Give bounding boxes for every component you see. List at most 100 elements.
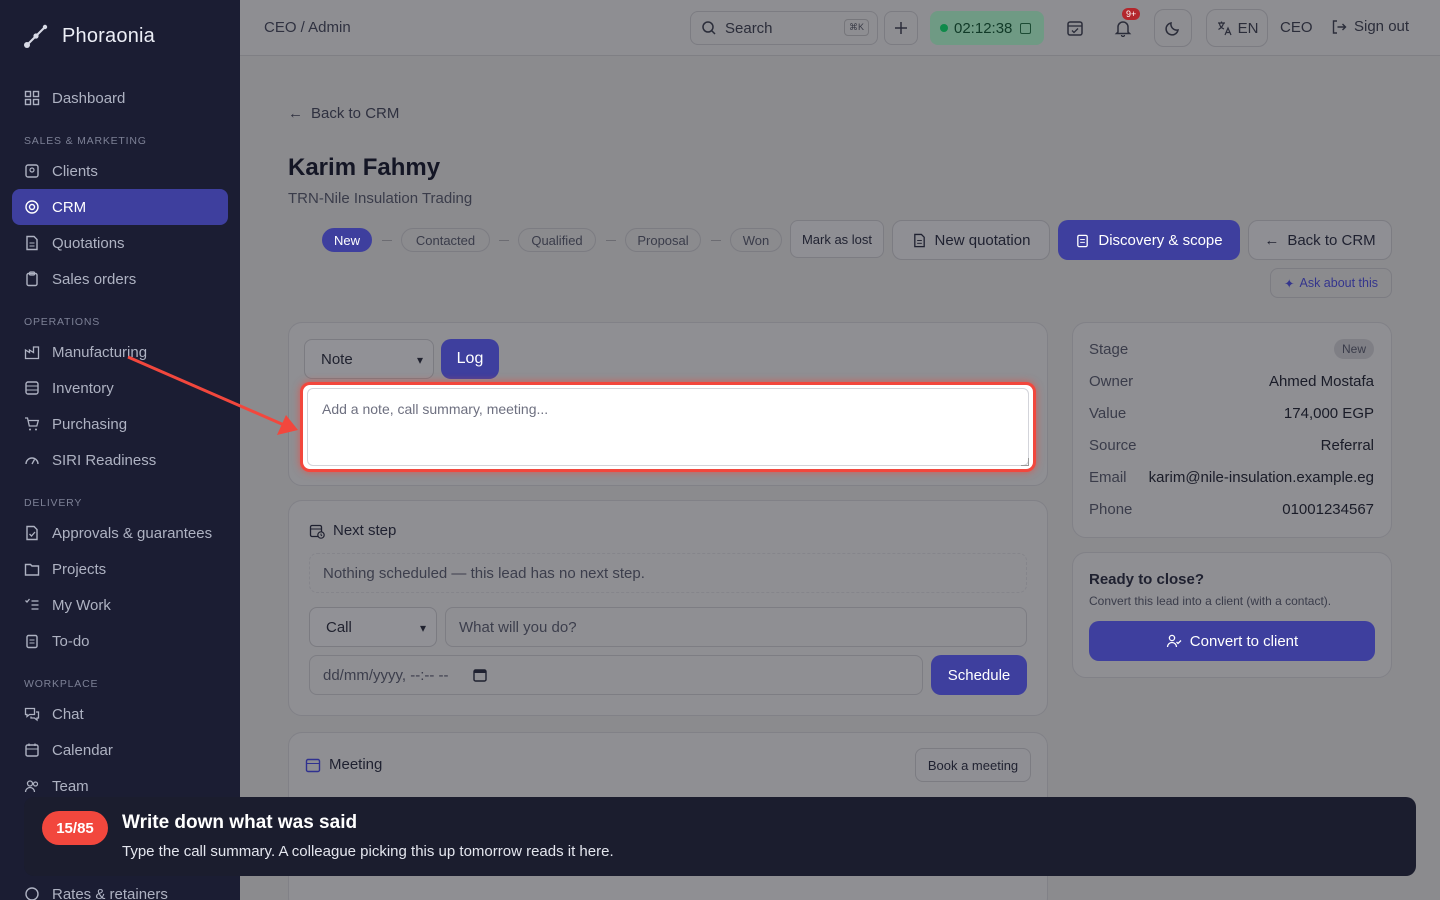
phone-value[interactable]: 01001234567: [1282, 501, 1374, 518]
stage-separator: [382, 240, 392, 241]
note-textarea[interactable]: Add a note, call summary, meeting...: [300, 382, 1036, 472]
sidebar-item-manufacturing[interactable]: Manufacturing: [12, 334, 228, 370]
tour-title: Write down what was said: [122, 812, 358, 833]
running-dot-icon: [940, 24, 948, 32]
stage-separator: [711, 240, 721, 241]
stage-badge: New: [1333, 339, 1374, 359]
next-step-type-value: Call: [326, 618, 352, 636]
search-placeholder: Search: [725, 19, 773, 37]
stage-proposal[interactable]: Proposal: [625, 228, 701, 252]
value-label: Value: [1089, 405, 1127, 422]
sidebar-item-inventory[interactable]: Inventory: [12, 370, 228, 406]
add-button[interactable]: [884, 11, 918, 45]
stop-icon[interactable]: [1020, 22, 1032, 34]
ask-about-this-button[interactable]: ✦ Ask about this: [1270, 268, 1392, 298]
stage-new[interactable]: New: [322, 228, 372, 252]
calendar-icon: [25, 743, 39, 757]
stage-won[interactable]: Won: [730, 228, 782, 252]
sidebar-item-label: Manufacturing: [52, 343, 148, 361]
clipboard-icon: [1077, 234, 1089, 247]
bell-icon: [1114, 21, 1132, 37]
sidebar-item-sales-orders[interactable]: Sales orders: [12, 261, 228, 297]
page-title: Karim Fahmy: [288, 154, 441, 181]
dashboard-icon: [24, 90, 40, 106]
next-step-datetime-input[interactable]: dd/mm/yyyy, --:-- --: [309, 655, 923, 695]
schedule-label: Schedule: [947, 666, 1011, 684]
section-operations: OPERATIONS: [24, 316, 101, 328]
document-icon: [26, 235, 38, 251]
sidebar-item-label: Purchasing: [52, 415, 128, 433]
tour-step-badge: 15/85: [42, 811, 108, 845]
stage-separator: [499, 240, 509, 241]
signout-label: Sign out: [1354, 18, 1410, 35]
role-label[interactable]: CEO: [1280, 19, 1313, 36]
book-meeting-button[interactable]: Book a meeting: [915, 748, 1031, 782]
next-step-what-input[interactable]: What will you do?: [445, 607, 1027, 647]
ready-to-close-title: Ready to close?: [1089, 571, 1205, 588]
sidebar-item-crm[interactable]: CRM: [12, 189, 228, 225]
back-to-crm-button[interactable]: ← Back to CRM: [1248, 220, 1392, 260]
timer[interactable]: 02:12:38: [930, 11, 1044, 45]
breadcrumb[interactable]: CEO / Admin: [264, 19, 351, 36]
schedule-button[interactable]: Schedule: [931, 655, 1027, 695]
sidebar-item-quotations[interactable]: Quotations: [12, 225, 228, 261]
gauge-icon: [25, 457, 39, 465]
email-value[interactable]: karim@nile-insulation.example.eg: [1149, 469, 1374, 486]
language-label: EN: [1237, 19, 1259, 37]
phone-label: Phone: [1089, 501, 1133, 518]
activity-type-select[interactable]: Note ▾: [304, 339, 434, 379]
sidebar-item-label: Rates & retainers: [52, 885, 168, 900]
section-sales-marketing: SALES & MARKETING: [24, 135, 147, 147]
stage-qualified[interactable]: Qualified: [518, 228, 596, 252]
log-button[interactable]: Log: [441, 339, 499, 379]
new-quotation-button[interactable]: New quotation: [892, 220, 1050, 260]
convert-label: Convert to client: [1189, 632, 1299, 650]
sidebar-item-my-work[interactable]: My Work: [12, 587, 228, 623]
sidebar-item-label: My Work: [52, 596, 111, 614]
sidebar-item-rates[interactable]: Rates & retainers: [12, 876, 228, 900]
sidebar-item-label: CRM: [52, 198, 87, 216]
discovery-label: Discovery & scope: [1098, 231, 1223, 249]
sidebar-item-calendar[interactable]: Calendar: [12, 732, 228, 768]
search-icon: [702, 21, 716, 35]
sidebar-item-label: Inventory: [52, 379, 114, 397]
log-label: Log: [456, 350, 484, 367]
owner-label: Owner: [1089, 373, 1134, 390]
discovery-scope-button[interactable]: Discovery & scope: [1058, 220, 1240, 260]
sidebar-item-todo[interactable]: To-do: [12, 623, 228, 659]
stage-contacted[interactable]: Contacted: [401, 228, 490, 252]
sidebar-item-siri-readiness[interactable]: SIRI Readiness: [12, 442, 228, 478]
calendar-picker-icon[interactable]: [472, 668, 487, 682]
sidebar-item-chat[interactable]: Chat: [12, 696, 228, 732]
back-to-crm-link[interactable]: ← Back to CRM: [288, 105, 399, 122]
signout-button[interactable]: Sign out: [1331, 18, 1409, 35]
sparkle-icon: ✦: [1284, 276, 1295, 291]
sidebar-item-purchasing[interactable]: Purchasing: [12, 406, 228, 442]
sidebar-item-dashboard[interactable]: Dashboard: [12, 80, 228, 116]
tour-banner: 15/85 Write down what was said Type the …: [24, 797, 1416, 876]
datetime-placeholder: dd/mm/yyyy, --:-- --: [323, 666, 449, 684]
sidebar-item-projects[interactable]: Projects: [12, 551, 228, 587]
crm-icon: [25, 200, 39, 214]
resize-handle-icon[interactable]: [1021, 458, 1029, 466]
brand[interactable]: Phoraonia: [22, 22, 155, 50]
section-workplace: WORKPLACE: [24, 678, 99, 690]
sidebar: Phoraonia Dashboard SALES & MARKETING Cl…: [0, 0, 240, 900]
arrow-left-icon: ←: [1264, 231, 1280, 249]
next-step-type-select[interactable]: Call ▾: [309, 607, 437, 647]
factory-icon: [24, 346, 40, 360]
sidebar-item-approvals[interactable]: Approvals & guarantees: [12, 515, 228, 551]
calendar-clock-icon: [309, 524, 325, 539]
sidebar-item-clients[interactable]: Clients: [12, 153, 228, 189]
theme-toggle[interactable]: [1154, 9, 1192, 47]
arrow-left-icon: ←: [288, 105, 303, 122]
mark-as-lost-button[interactable]: Mark as lost: [790, 220, 884, 258]
convert-to-client-button[interactable]: Convert to client: [1089, 621, 1375, 661]
todo-icon: [26, 634, 38, 649]
calendar-button[interactable]: [1060, 11, 1090, 45]
language-switcher[interactable]: EN: [1206, 9, 1268, 47]
value-value: 174,000 EGP: [1283, 405, 1374, 422]
cart-icon: [25, 417, 40, 431]
brand-name: Phoraonia: [62, 24, 155, 47]
search-input[interactable]: Search ⌘K: [690, 11, 878, 45]
